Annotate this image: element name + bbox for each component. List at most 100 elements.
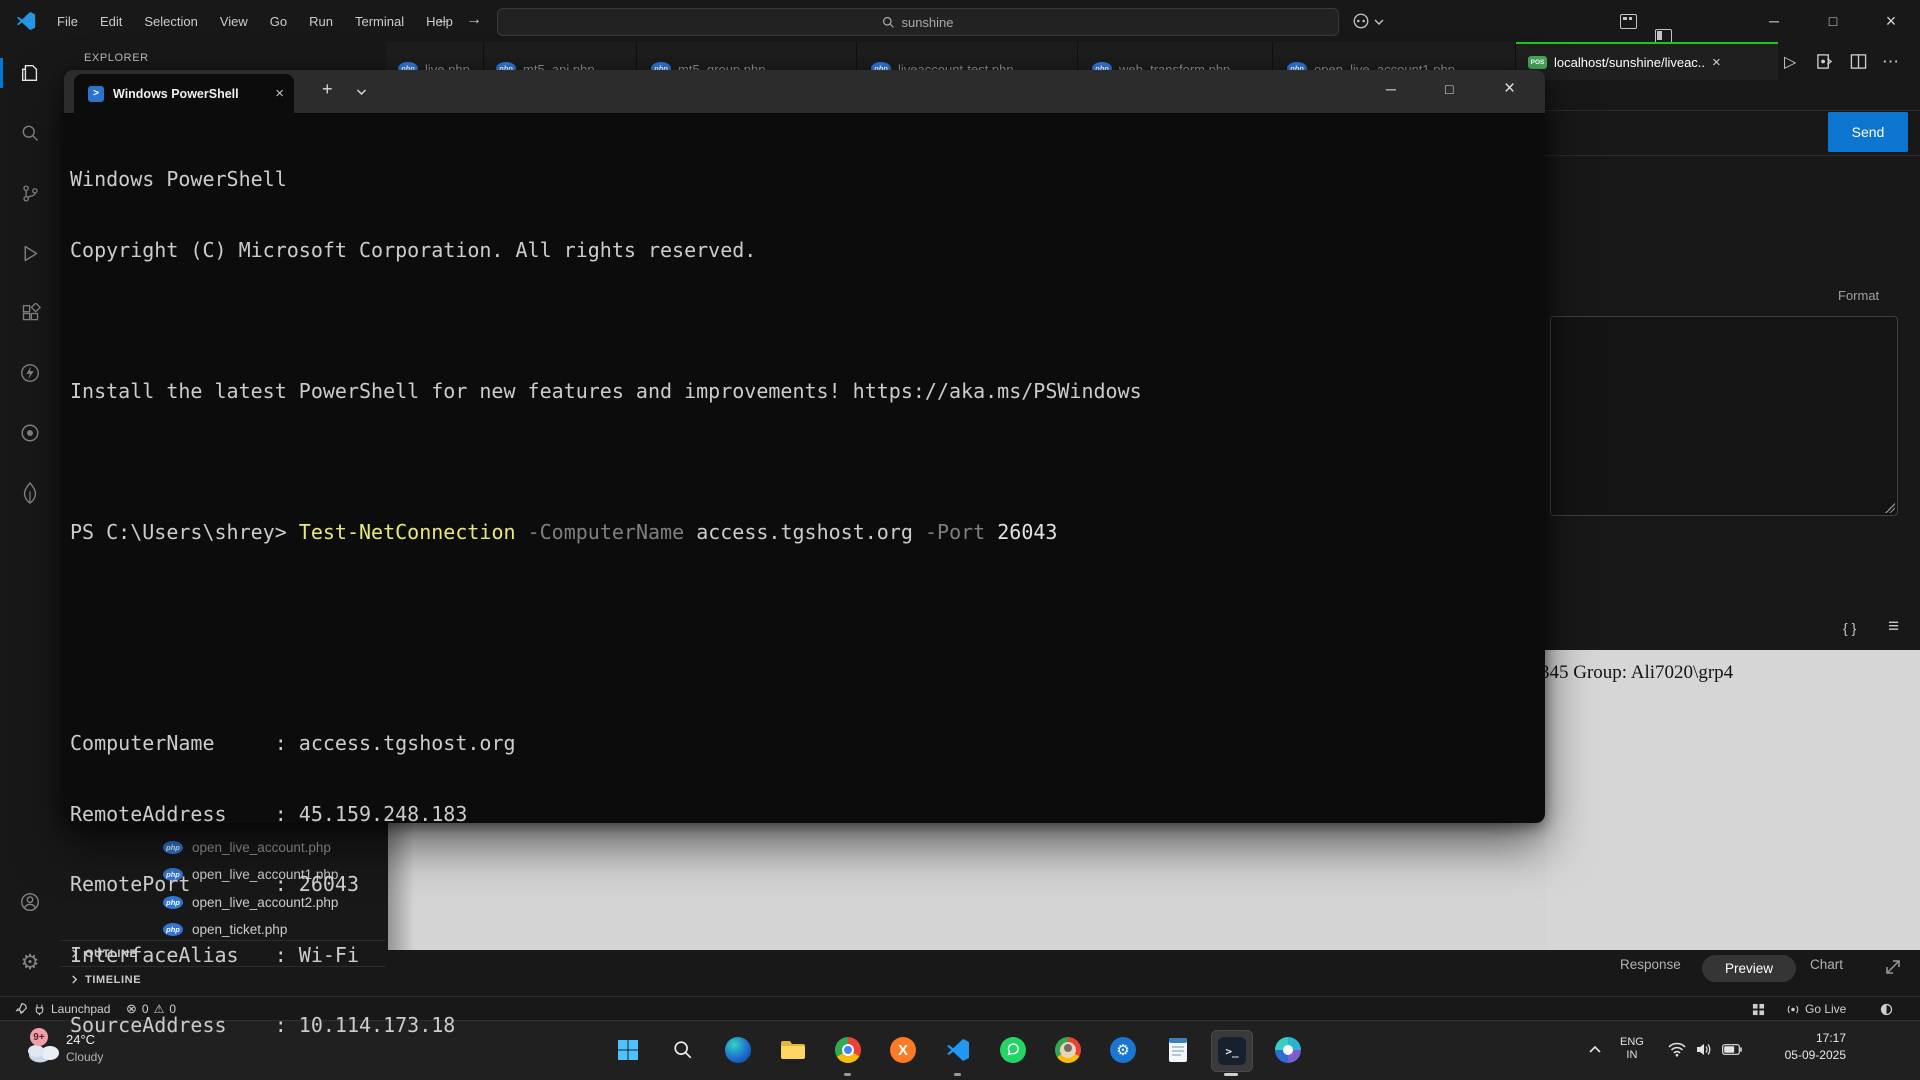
command-name: Test-NetConnection (299, 520, 516, 544)
http-method-badge: POS (1528, 56, 1547, 69)
clock-date: 05-09-2025 (1750, 1047, 1846, 1064)
forward-icon[interactable]: → (466, 11, 482, 29)
volume-icon[interactable] (1696, 1042, 1713, 1057)
search-input[interactable]: sunshine (497, 8, 1339, 36)
circle-icon (1880, 1003, 1893, 1016)
terminal-taskbar-icon[interactable]: >_ (1211, 1030, 1253, 1072)
go-live-status[interactable]: Go Live (1786, 997, 1846, 1021)
terminal-maximize-button[interactable]: □ (1445, 81, 1453, 97)
list-icon[interactable]: ≡ (1888, 616, 1899, 638)
terminal-minimize-button[interactable]: ─ (1386, 81, 1396, 97)
broadcast-icon (1786, 1003, 1800, 1016)
menu-view[interactable]: View (209, 14, 259, 29)
send-button[interactable]: Send (1828, 112, 1908, 152)
notification-badge: 9+ (30, 1028, 48, 1046)
live-server-icon[interactable] (18, 421, 42, 445)
powershell-icon: > (88, 86, 104, 102)
clock-time: 17:17 (1750, 1030, 1846, 1047)
close-icon[interactable]: × (275, 85, 284, 102)
terminal-title-bar[interactable]: > Windows PowerShell × + ─ □ × (64, 70, 1545, 113)
wifi-icon[interactable] (1668, 1042, 1686, 1057)
expand-diagonal-icon[interactable] (1882, 956, 1904, 978)
plug-icon (33, 1003, 46, 1016)
new-tab-icon[interactable]: + (322, 79, 333, 100)
powershell-window[interactable]: > Windows PowerShell × + ─ □ × Windows P… (64, 70, 1545, 823)
split-editor-icon[interactable] (1850, 53, 1867, 70)
window-maximize-button[interactable]: □ (1810, 0, 1856, 42)
explorer-header: EXPLORER (84, 52, 149, 64)
preview-text: 345 Group: Ali7020\grp4 (1540, 662, 1733, 684)
tab-label: localhost/sunshine/liveac.. (1554, 55, 1705, 70)
preview-tab[interactable]: Preview (1702, 955, 1796, 982)
extensions-icon[interactable] (18, 301, 42, 325)
terminal-tab[interactable]: > Windows PowerShell × (74, 74, 294, 113)
customize-layout-icon[interactable] (1620, 14, 1637, 29)
language-line1: ENG (1620, 1036, 1644, 1049)
notifications-status[interactable] (1880, 997, 1893, 1021)
tab-dropdown-icon[interactable] (356, 88, 367, 96)
open-app-indicator (1224, 1073, 1238, 1076)
menu-file[interactable]: File (46, 14, 89, 29)
thunder-client-icon[interactable] (18, 361, 42, 385)
clock[interactable]: 17:17 05-09-2025 (1750, 1030, 1846, 1064)
chart-tab[interactable]: Chart (1810, 957, 1843, 972)
notepad-icon[interactable] (1160, 1032, 1196, 1068)
search-icon (882, 16, 895, 29)
run-debug-icon[interactable] (18, 241, 42, 265)
language-indicator[interactable]: ENG IN (1620, 1036, 1644, 1062)
terminal-result-line: SourceAddress : 10.114.173.18 (70, 1014, 1142, 1038)
chevron-down-icon[interactable] (1374, 18, 1384, 26)
source-control-icon[interactable] (18, 181, 42, 205)
command-param: -ComputerName (528, 520, 685, 544)
rocket-icon (14, 1002, 28, 1016)
terminal-line: Windows PowerShell (70, 168, 1142, 192)
desktop: File Edit Selection View Go Run Terminal… (0, 0, 1920, 1080)
search-sidebar-icon[interactable] (18, 121, 42, 145)
account-icon[interactable] (18, 890, 42, 914)
format-label[interactable]: Format (1838, 288, 1879, 303)
menu-go[interactable]: Go (259, 14, 298, 29)
window-close-button[interactable]: × (1868, 0, 1914, 42)
braces-icon[interactable]: { } (1843, 620, 1856, 636)
open-in-editor-icon[interactable] (1816, 53, 1833, 70)
copilot-icon[interactable] (1352, 12, 1370, 30)
explorer-icon[interactable] (18, 61, 42, 85)
menu-edit[interactable]: Edit (89, 14, 133, 29)
vscode-logo (16, 11, 36, 31)
terminal-line: Copyright (C) Microsoft Corporation. All… (70, 239, 1142, 263)
terminal-result-line: RemotePort : 26043 (70, 873, 1142, 897)
close-icon[interactable]: × (1712, 54, 1721, 71)
terminal-content[interactable]: Windows PowerShell Copyright (C) Microso… (64, 113, 1545, 823)
vscode-title-bar: File Edit Selection View Go Run Terminal… (0, 0, 1920, 43)
menu-terminal[interactable]: Terminal (344, 14, 415, 29)
clipchamp-icon[interactable] (1270, 1032, 1306, 1068)
resize-grip[interactable] (1885, 503, 1895, 513)
request-body-textarea[interactable] (1550, 316, 1898, 516)
grid-icon (1752, 1003, 1765, 1016)
settings-gear-icon[interactable]: ⚙ (18, 950, 42, 974)
rest-client-panel: POS localhost/sunshine/liveac.. × ▷ ⋯ Se… (1516, 42, 1920, 996)
terminal-text: Windows PowerShell Copyright (C) Microso… (70, 121, 1142, 1080)
terminal-close-button[interactable]: × (1504, 78, 1515, 100)
menu-run[interactable]: Run (298, 14, 344, 29)
command-param: -Port (925, 520, 985, 544)
mongodb-icon[interactable] (18, 481, 42, 505)
response-tab[interactable]: Response (1620, 957, 1681, 972)
go-live-label: Go Live (1805, 1002, 1846, 1016)
window-minimize-button[interactable]: ─ (1751, 0, 1797, 42)
run-request-icon[interactable]: ▷ (1784, 52, 1796, 72)
terminal-result-line: ComputerName : access.tgshost.org (70, 732, 1142, 756)
language-line2: IN (1620, 1049, 1644, 1062)
more-actions-icon[interactable]: ⋯ (1882, 52, 1899, 72)
search-query: sunshine (901, 15, 953, 30)
tab-localhost-request[interactable]: POS localhost/sunshine/liveac.. × (1516, 42, 1778, 80)
activity-bar: ⚙ (0, 42, 61, 996)
terminal-command-line: PS C:\Users\shrey> Test-NetConnection -C… (70, 521, 1142, 545)
browser-sync-status[interactable] (1752, 997, 1765, 1021)
back-icon[interactable]: ← (436, 11, 452, 29)
response-preview: 345 Group: Ali7020\grp4 (1516, 650, 1920, 952)
menu-selection[interactable]: Selection (133, 14, 208, 29)
tray-chevron-up-icon[interactable] (1588, 1044, 1602, 1054)
terminal-tab-title: Windows PowerShell (113, 87, 266, 101)
battery-icon[interactable] (1722, 1044, 1742, 1055)
